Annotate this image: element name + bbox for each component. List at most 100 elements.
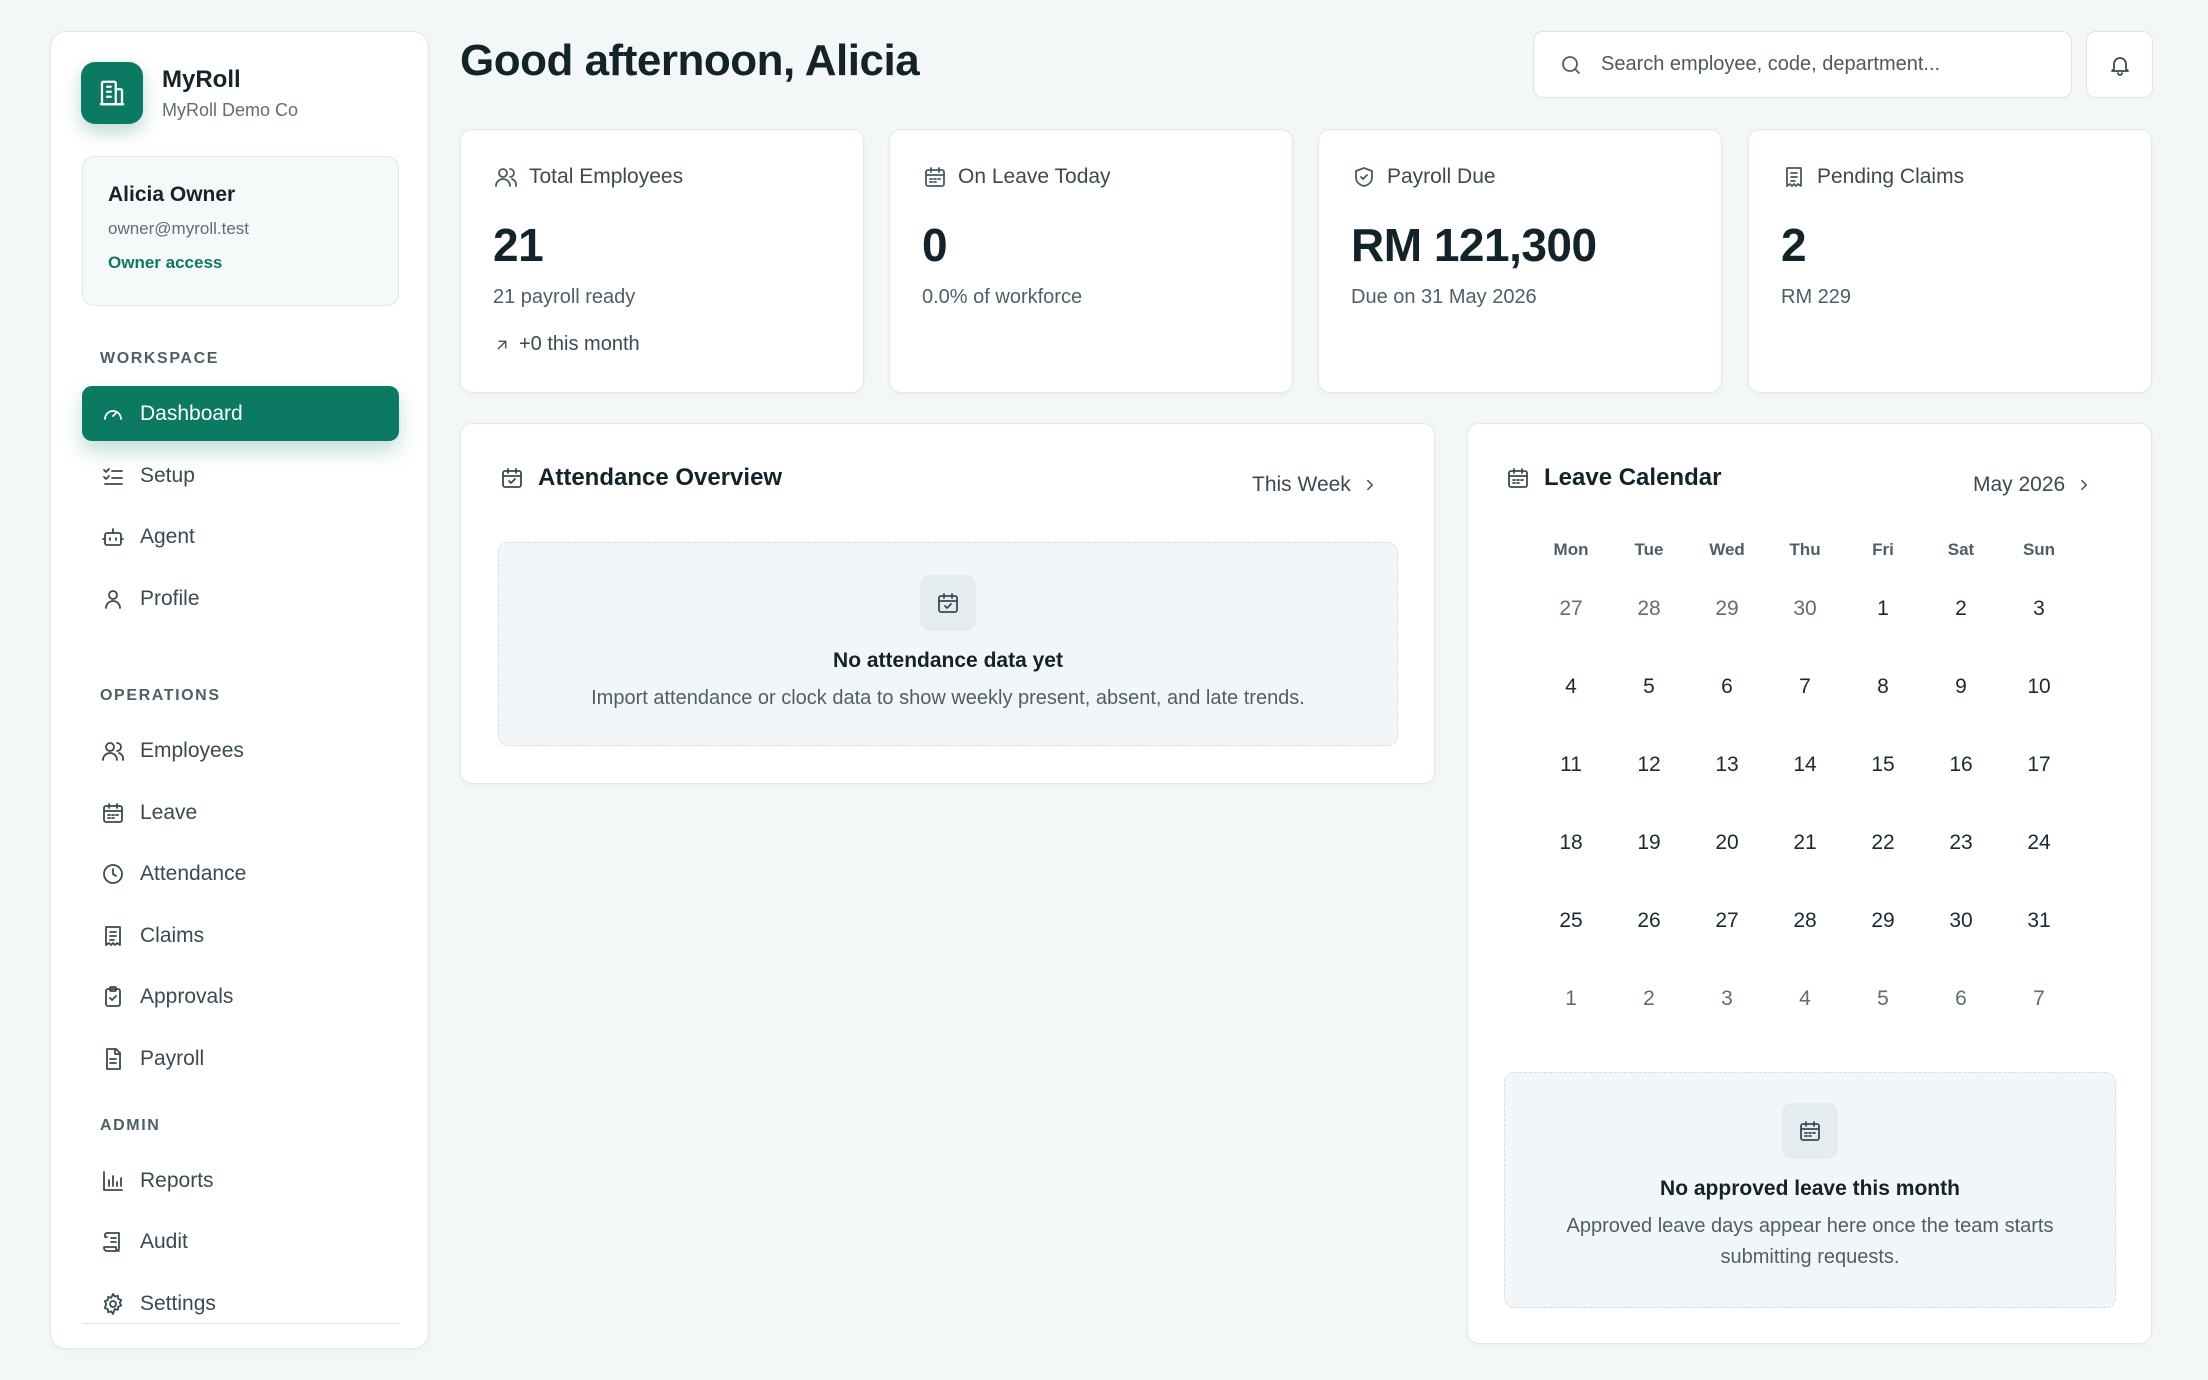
calendar-day[interactable]: 30 (1922, 882, 2000, 960)
attendance-title: Attendance Overview (498, 464, 782, 492)
calendar-day[interactable]: 29 (1688, 570, 1766, 648)
sidebar-item-employees[interactable]: Employees (82, 723, 399, 778)
calendar-day[interactable]: 12 (1610, 726, 1688, 804)
stat-card-on-leave[interactable]: On Leave Today 0 0.0% of workforce (889, 129, 1293, 393)
calendar-day[interactable]: 5 (1844, 960, 1922, 1038)
sidebar-item-leave[interactable]: Leave (82, 785, 399, 840)
chevron-right-icon (1361, 476, 1379, 494)
sidebar-item-label: Setup (140, 463, 195, 487)
calendar-day[interactable]: 9 (1922, 648, 2000, 726)
stat-value: 2 (1781, 219, 1807, 271)
calendar-day[interactable]: 6 (1922, 960, 2000, 1038)
brand[interactable]: MyRoll MyRoll Demo Co (81, 62, 298, 124)
search-icon (1559, 53, 1583, 77)
calendar-week-row: 11 12 13 14 15 16 17 (1532, 726, 2078, 804)
weekday-label: Thu (1789, 540, 1821, 559)
stat-value: 0 (922, 219, 948, 271)
notifications-button[interactable] (2086, 31, 2153, 98)
calendar-day[interactable]: 21 (1766, 804, 1844, 882)
calendar-week-row: 18 19 20 21 22 23 24 (1532, 804, 2078, 882)
calendar-day[interactable]: 17 (2000, 726, 2078, 804)
calendar-check-icon (920, 575, 976, 631)
sidebar-item-label: Payroll (140, 1046, 205, 1070)
calendar-day[interactable]: 4 (1532, 648, 1610, 726)
calendar-day[interactable]: 24 (2000, 804, 2078, 882)
stat-value: RM 121,300 (1351, 219, 1597, 271)
calendar-day[interactable]: 7 (2000, 960, 2078, 1038)
calendar-day[interactable]: 10 (2000, 648, 2078, 726)
calendar-day[interactable]: 27 (1532, 570, 1610, 648)
calendar-day[interactable]: 6 (1688, 648, 1766, 726)
users-icon (493, 164, 519, 190)
calendar-day[interactable]: 1 (1532, 960, 1610, 1038)
search-input[interactable] (1601, 53, 2041, 76)
sidebar-item-agent[interactable]: Agent (82, 509, 399, 564)
calendar-day[interactable]: 2 (1922, 570, 2000, 648)
receipt-icon (1781, 164, 1807, 190)
sidebar-item-attendance[interactable]: Attendance (82, 846, 399, 901)
calendar-day[interactable]: 19 (1610, 804, 1688, 882)
calendar-day[interactable]: 27 (1688, 882, 1766, 960)
nav-section-workspace: WORKSPACE (100, 350, 219, 367)
calendar-day[interactable]: 20 (1688, 804, 1766, 882)
weekday-label: Sat (1947, 540, 1975, 559)
building-icon (81, 62, 143, 124)
calendar-day[interactable]: 15 (1844, 726, 1922, 804)
stat-card-pending-claims[interactable]: Pending Claims 2 RM 229 (1748, 129, 2152, 393)
sidebar-item-label: Audit (140, 1229, 188, 1253)
calendar-day[interactable]: 1 (1844, 570, 1922, 648)
sidebar-item-approvals[interactable]: Approvals (82, 969, 399, 1024)
calendar-day[interactable]: 18 (1532, 804, 1610, 882)
attendance-range-button[interactable]: This Week (1252, 473, 1379, 497)
chevron-right-icon (2075, 476, 2093, 494)
calendar-day[interactable]: 26 (1610, 882, 1688, 960)
user-card[interactable]: Alicia Owner owner@myroll.test Owner acc… (82, 156, 399, 306)
sidebar-item-audit[interactable]: Audit (82, 1214, 399, 1269)
calendar-month-button[interactable]: May 2026 (1973, 473, 2093, 497)
sidebar-item-label: Attendance (140, 861, 247, 885)
sidebar-item-claims[interactable]: Claims (82, 908, 399, 963)
calendar-day[interactable]: 30 (1766, 570, 1844, 648)
search-box[interactable] (1533, 31, 2072, 98)
calendar-day[interactable]: 14 (1766, 726, 1844, 804)
sidebar-item-setup[interactable]: Setup (82, 448, 399, 503)
stat-subtext: Due on 31 May 2026 (1351, 286, 1537, 308)
receipt-icon (100, 923, 126, 949)
sidebar-item-label: Approvals (140, 984, 234, 1008)
stat-card-payroll-due[interactable]: Payroll Due RM 121,300 Due on 31 May 202… (1318, 129, 1722, 393)
calendar-day[interactable]: 5 (1610, 648, 1688, 726)
brand-name: MyRoll (162, 65, 241, 93)
calendar-grid: Mon Tue Wed Thu Fri Sat Sun 27 28 29 30 … (1532, 530, 2078, 1038)
calendar-day[interactable]: 28 (1766, 882, 1844, 960)
sidebar-item-payroll[interactable]: Payroll (82, 1031, 399, 1086)
calendar-day[interactable]: 4 (1766, 960, 1844, 1038)
calendar-day[interactable]: 13 (1688, 726, 1766, 804)
sidebar-item-label: Reports (140, 1168, 214, 1192)
gauge-icon (100, 401, 126, 427)
stat-value: 21 (493, 219, 544, 271)
sidebar-item-dashboard[interactable]: Dashboard (82, 386, 399, 441)
calendar-day[interactable]: 23 (1922, 804, 2000, 882)
calendar-day[interactable]: 16 (1922, 726, 2000, 804)
calendar-day[interactable]: 3 (2000, 570, 2078, 648)
calendar-day[interactable]: 7 (1766, 648, 1844, 726)
calendar-day[interactable]: 3 (1688, 960, 1766, 1038)
sidebar-item-profile[interactable]: Profile (82, 571, 399, 626)
calendar-check-icon (498, 464, 526, 492)
calendar-day[interactable]: 28 (1610, 570, 1688, 648)
calendar-icon (100, 800, 126, 826)
calendar-day[interactable]: 22 (1844, 804, 1922, 882)
calendar-day[interactable]: 8 (1844, 648, 1922, 726)
sidebar-item-reports[interactable]: Reports (82, 1153, 399, 1208)
clock-icon (100, 861, 126, 887)
stat-card-total-employees[interactable]: Total Employees 21 21 payroll ready +0 t… (460, 129, 864, 393)
user-icon (100, 586, 126, 612)
calendar-day[interactable]: 31 (2000, 882, 2078, 960)
leave-empty-state: No approved leave this month Approved le… (1504, 1072, 2116, 1308)
sidebar-item-label: Agent (140, 524, 195, 548)
calendar-day[interactable]: 2 (1610, 960, 1688, 1038)
stat-label: Pending Claims (1817, 165, 1965, 188)
calendar-day[interactable]: 25 (1532, 882, 1610, 960)
calendar-day[interactable]: 29 (1844, 882, 1922, 960)
calendar-day[interactable]: 11 (1532, 726, 1610, 804)
